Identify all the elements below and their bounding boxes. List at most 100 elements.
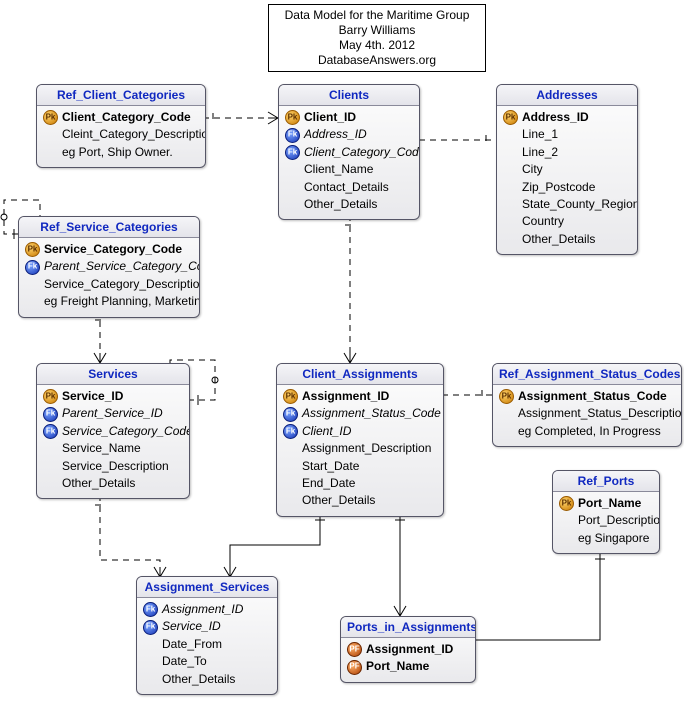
attribute-row: Service_Category_Description	[25, 276, 193, 293]
attribute-label: Parent_Service_Category_Code	[44, 258, 200, 275]
attribute-label: eg Completed, In Progress	[518, 423, 661, 440]
attribute-label: Service_ID	[62, 388, 123, 405]
attribute-label: State_County_Region	[522, 196, 638, 213]
entity-header: Ports_in_Assignments	[341, 617, 475, 638]
attribute-label: Line_2	[522, 144, 558, 161]
attribute-row: Service_Description	[43, 458, 183, 475]
entity-header: Clients	[279, 85, 419, 106]
attribute-label: Service_Category_Code	[44, 241, 182, 258]
fk-key-icon: Fk	[283, 424, 298, 439]
attribute-row: Line_1	[503, 126, 631, 143]
entity-body: PkService_Category_CodeFkParent_Service_…	[19, 238, 199, 317]
attribute-label: Date_From	[162, 636, 222, 653]
pf-key-icon: PF	[347, 642, 362, 657]
attribute-label: Assignment_Status_Description	[518, 405, 682, 422]
erd-canvas: { "title_box": { "line1": "Data Model fo…	[0, 0, 684, 710]
entity-body: PkAssignment_IDFkAssignment_Status_CodeF…	[277, 385, 443, 516]
entity-ports-in-assignments: Ports_in_Assignments PF Assignment_ID PF Po…	[340, 616, 476, 683]
attribute-row: Fk Assignment_ID	[143, 601, 271, 618]
fk-key-icon: Fk	[43, 407, 58, 422]
pk-key-icon: Pk	[499, 389, 514, 404]
attribute-label: Client_Category_Code	[304, 144, 420, 161]
entity-header: Assignment_Services	[137, 577, 277, 598]
attribute-row: PkClient_Category_Code	[43, 109, 199, 126]
entity-header: Client_Assignments	[277, 364, 443, 385]
attribute-label: Assignment_ID	[302, 388, 389, 405]
attribute-label: Other_Details	[302, 492, 375, 509]
attribute-row: Other_Details	[285, 196, 413, 213]
attribute-label: Country	[522, 213, 564, 230]
entity-header: Addresses	[497, 85, 637, 106]
attribute-label: Client_ID	[302, 423, 351, 440]
attribute-row: Pk Assignment_Status_Code	[499, 388, 675, 405]
attribute-row: Pk Client_ID	[285, 109, 413, 126]
entity-header: Ref_Service_Categories	[19, 217, 199, 238]
diagram-title-box: Data Model for the Maritime Group Barry …	[268, 4, 486, 72]
pk-key-icon: Pk	[285, 110, 300, 125]
attribute-label: Service_Name	[62, 440, 141, 457]
attribute-row: Country	[503, 213, 631, 230]
attribute-label: Line_1	[522, 126, 558, 143]
entity-ref-ports: Ref_Ports Pk Port_NamePort_Descriptioneg …	[552, 470, 660, 554]
attribute-row: Start_Date	[283, 458, 437, 475]
attribute-label: Service_ID	[162, 618, 221, 635]
attribute-row: Pk Port_Name	[559, 495, 653, 512]
attribute-label: End_Date	[302, 475, 355, 492]
attribute-row: FkAssignment_Status_Code	[283, 405, 437, 422]
attribute-row: PkService_Category_Code	[25, 241, 193, 258]
pk-key-icon: Pk	[559, 496, 574, 511]
attribute-label: Port_Description	[578, 512, 660, 529]
attribute-label: Other_Details	[62, 475, 135, 492]
fk-key-icon: Fk	[143, 602, 158, 617]
attribute-label: Port_Name	[366, 658, 429, 675]
attribute-label: Date_To	[162, 653, 207, 670]
attribute-label: Client_ID	[304, 109, 356, 126]
attribute-row: Date_To	[143, 653, 271, 670]
attribute-label: City	[522, 161, 543, 178]
entity-header: Services	[37, 364, 189, 385]
entity-body: PkClient_IDFkAddress_IDFkClient_Category…	[279, 106, 419, 219]
attribute-row: PkAddress_ID	[503, 109, 631, 126]
attribute-label: eg Singapore	[578, 530, 649, 547]
attribute-row: Pk Assignment_ID	[283, 388, 437, 405]
attribute-label: Assignment_ID	[366, 641, 453, 658]
entity-services: Services PkService_IDFkParent_Service_ID…	[36, 363, 190, 499]
attribute-label: eg Port, Ship Owner.	[62, 144, 173, 161]
attribute-label: Start_Date	[302, 458, 359, 475]
attribute-label: Assignment_ID	[162, 601, 243, 618]
attribute-label: Port_Name	[578, 495, 641, 512]
pk-key-icon: Pk	[503, 110, 518, 125]
attribute-row: FkAddress_ID	[285, 126, 413, 143]
attribute-label: Service_Category_Description	[44, 276, 200, 293]
attribute-label: Other_Details	[162, 671, 235, 688]
attribute-label: Assignment_Status_Code	[518, 388, 667, 405]
attribute-row: Pk Service_ID	[43, 388, 183, 405]
pf-key-icon: PF	[347, 660, 362, 675]
attribute-row: State_County_Region	[503, 196, 631, 213]
entity-header: Ref_Ports	[553, 471, 659, 492]
entity-ref-client-categories: Ref_Client_Categories PkClient_Category_…	[36, 84, 206, 168]
attribute-row: Fk Client_ID	[283, 423, 437, 440]
attribute-row: FkService_Category_Code	[43, 423, 183, 440]
pk-key-icon: Pk	[43, 110, 58, 125]
attribute-row: City	[503, 161, 631, 178]
attribute-label: eg Freight Planning, Marketing.	[44, 293, 200, 310]
attribute-row: Assignment_Status_Description	[499, 405, 675, 422]
attribute-row: FkParent_Service_Category_Code	[25, 258, 193, 275]
title-line1: Data Model for the Maritime Group	[277, 8, 477, 23]
attribute-row: Date_From	[143, 636, 271, 653]
attribute-label: Service_Description	[62, 458, 169, 475]
attribute-row: Zip_Postcode	[503, 179, 631, 196]
pk-key-icon: Pk	[43, 389, 58, 404]
attribute-row: eg Completed, In Progress	[499, 423, 675, 440]
attribute-label: Other_Details	[304, 196, 377, 213]
pk-key-icon: Pk	[283, 389, 298, 404]
attribute-row: Other_Details	[143, 671, 271, 688]
attribute-row: eg Port, Ship Owner.	[43, 144, 199, 161]
attribute-label: Other_Details	[522, 231, 595, 248]
attribute-row: eg Singapore	[559, 530, 653, 547]
attribute-label: Assignment_Status_Code	[302, 405, 441, 422]
attribute-row: PF Assignment_ID	[347, 641, 469, 658]
attribute-label: Contact_Details	[304, 179, 389, 196]
entity-ref-assignment-status-codes: Ref_Assignment_Status_Codes PkAssignment…	[492, 363, 682, 447]
